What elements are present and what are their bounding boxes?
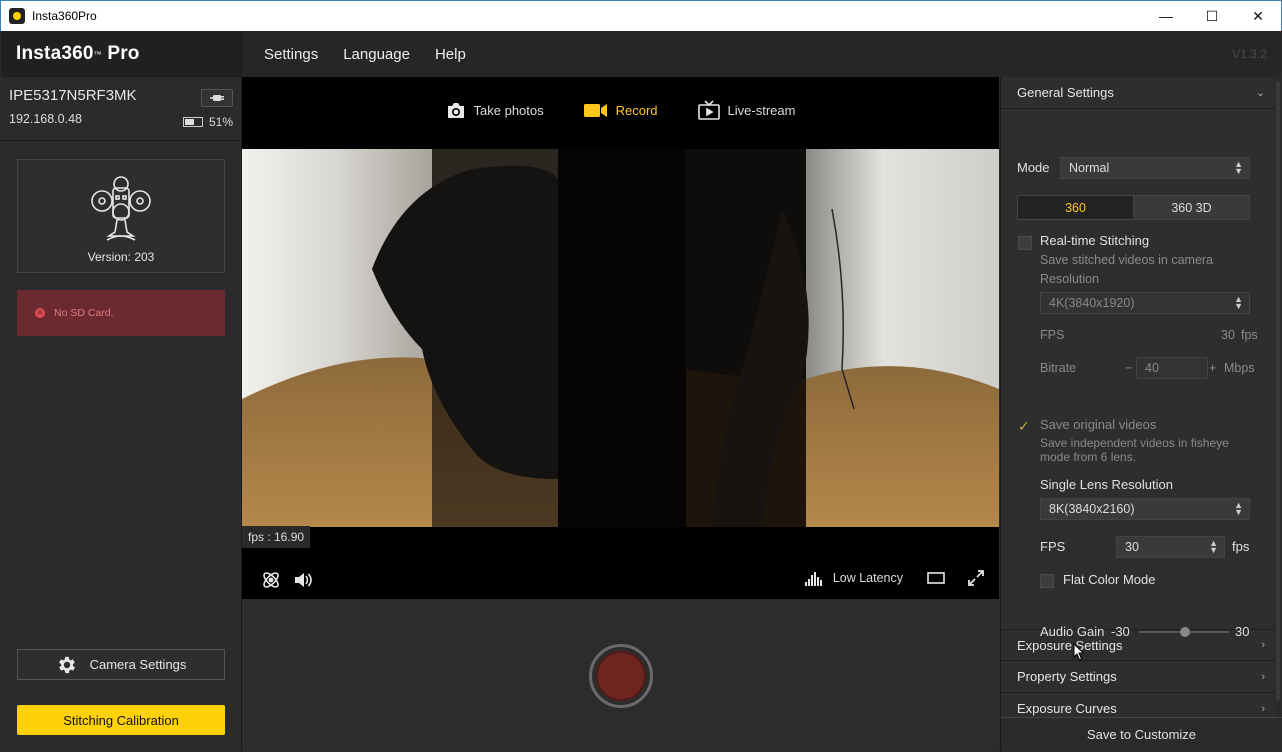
single-lens-resolution-label: Single Lens Resolution — [1040, 477, 1173, 492]
fps-select[interactable]: 30 ▲ ▼ — [1116, 536, 1225, 558]
save-original-desc-1: Save independent videos in fisheye — [1040, 436, 1229, 450]
menu-help[interactable]: Help — [435, 46, 466, 63]
bitrate-input[interactable]: 40 — [1136, 357, 1208, 379]
record-area — [242, 599, 999, 751]
projection-360-3d[interactable]: 360 3D — [1134, 196, 1249, 219]
signal-bars-icon — [804, 572, 822, 586]
power-plug-icon[interactable] — [201, 89, 233, 107]
preview-controls: Low Latency — [242, 561, 999, 599]
property-settings-header[interactable]: Property Settings › — [1001, 661, 1281, 693]
battery-status: 51% — [182, 115, 233, 129]
save-original-checkbox[interactable]: ✓ — [1018, 419, 1032, 433]
mode-take-photos[interactable]: Take photos — [446, 102, 544, 119]
single-lens-resolution-select[interactable]: 8K(3840x2160) ▲ ▼ — [1040, 498, 1250, 520]
audio-gain-max: 30 — [1235, 624, 1250, 639]
video-camera-icon — [583, 103, 607, 117]
flat-color-label: Flat Color Mode — [1063, 572, 1156, 587]
projection-toggle: 360 360 3D — [1017, 195, 1250, 220]
menu-bar: Settings Language Help V1.3.2 — [242, 31, 1281, 77]
camera-photo-icon — [447, 102, 464, 118]
audio-gain-label: Audio Gain — [1040, 624, 1105, 639]
general-settings-header[interactable]: General Settings ⌄ — [1001, 77, 1281, 109]
settings-panel: General Settings ⌄ Mode Normal ▲ ▼ 360 36… — [1000, 77, 1282, 751]
camera-card[interactable]: Version: 203 — [17, 159, 225, 273]
brand-logo: Insta360 ™ Pro — [1, 31, 241, 77]
minimize-button[interactable]: — — [1143, 1, 1189, 31]
device-info: IPE5317N5RF3MK 192.168.0.48 51% — [1, 77, 241, 141]
sd-card-alert: ✕ No SD Card. — [17, 290, 225, 336]
bitrate-increment[interactable]: + — [1209, 361, 1216, 375]
updown-arrow-icon: ▲ ▼ — [1234, 159, 1243, 176]
fps-value: 30 — [1221, 328, 1235, 342]
stitching-calibration-button[interactable]: Stitching Calibration — [17, 705, 225, 735]
battery-icon — [182, 117, 203, 127]
app-icon — [9, 8, 25, 24]
fps-readout: fps : 16.90 — [242, 526, 311, 548]
chevron-right-icon: › — [1261, 639, 1265, 651]
tv-icon — [697, 100, 720, 120]
gyro-icon[interactable] — [260, 569, 282, 591]
general-settings-body: Mode Normal ▲ ▼ 360 360 3D Real-time Stit… — [1001, 109, 1281, 661]
error-icon: ✕ — [35, 308, 45, 318]
version-label: Version: — [87, 250, 131, 264]
gear-icon — [58, 656, 75, 673]
mode-label: Mode — [1017, 160, 1050, 175]
device-serial: IPE5317N5RF3MK — [9, 87, 137, 104]
updown-arrow-icon: ▲ ▼ — [1234, 500, 1243, 517]
bitrate-unit: Mbps — [1224, 361, 1255, 375]
save-original-desc-2: mode from 6 lens. — [1040, 450, 1137, 464]
panel-scrollbar[interactable] — [1275, 77, 1281, 717]
updown-arrow-icon: ▲ ▼ — [1234, 294, 1243, 311]
mode-live-stream[interactable]: Live-stream — [697, 100, 795, 120]
mode-select[interactable]: Normal ▲ ▼ — [1060, 157, 1250, 179]
window-title: Insta360Pro — [32, 9, 97, 23]
realtime-stitching-desc: Save stitched videos in camera — [1040, 253, 1214, 267]
panorama-image — [242, 149, 999, 527]
realtime-stitching-checkbox[interactable] — [1018, 236, 1032, 250]
camera-icon — [91, 176, 151, 241]
resolution-label: Resolution — [1040, 272, 1100, 286]
close-button[interactable]: ✕ — [1235, 1, 1281, 31]
camera-settings-button[interactable]: Camera Settings — [17, 649, 225, 680]
fps-label-2: FPS — [1040, 539, 1066, 554]
app-version: V1.3.2 — [1232, 47, 1267, 61]
capture-mode-bar: Take photos Record Live-stream — [242, 77, 999, 143]
mouse-cursor-icon — [1073, 643, 1085, 661]
preview-area: Take photos Record Live-stream fps: 16.… — [242, 77, 999, 599]
menu-language[interactable]: Language — [343, 46, 410, 63]
chevron-right-icon: › — [1261, 702, 1265, 715]
maximize-button[interactable]: ☐ — [1189, 1, 1235, 31]
title-bar: Insta360Pro — ☐ ✕ — [0, 0, 1282, 31]
fps-unit: fps — [1241, 328, 1258, 342]
realtime-stitching-label: Real-time Stitching — [1040, 233, 1150, 248]
bitrate-label: Bitrate — [1040, 361, 1077, 375]
save-to-customize-button[interactable]: Save to Customize — [1001, 717, 1282, 751]
latency-toggle[interactable]: Low Latency — [833, 571, 903, 585]
resolution-select[interactable]: 4K(3840x1920) ▲ ▼ — [1040, 292, 1250, 314]
mode-record[interactable]: Record — [583, 103, 658, 118]
save-original-label: Save original videos — [1040, 417, 1157, 432]
version-value: 203 — [134, 250, 155, 264]
left-sidebar: Insta360 ™ Pro IPE5317N5RF3MK 192.168.0.4… — [1, 31, 242, 751]
fullscreen-icon[interactable] — [967, 569, 985, 587]
audio-gain-min: -30 — [1111, 624, 1130, 639]
fps-label: FPS — [1040, 328, 1065, 342]
projection-360[interactable]: 360 — [1018, 196, 1134, 219]
updown-arrow-icon: ▲ ▼ — [1209, 538, 1218, 555]
menu-settings[interactable]: Settings — [264, 46, 318, 63]
fps-unit-2: fps — [1232, 539, 1250, 554]
speaker-icon[interactable] — [292, 569, 314, 591]
panorama-preview[interactable] — [242, 149, 999, 527]
aspect-ratio-icon[interactable] — [927, 571, 945, 585]
bitrate-decrement[interactable]: − — [1125, 361, 1132, 375]
record-button[interactable] — [589, 644, 653, 708]
audio-gain-slider[interactable] — [1139, 627, 1229, 637]
slider-knob[interactable] — [1180, 627, 1190, 637]
flat-color-checkbox[interactable] — [1040, 574, 1054, 588]
chevron-right-icon: › — [1261, 670, 1265, 683]
chevron-down-icon: ⌄ — [1255, 87, 1265, 99]
